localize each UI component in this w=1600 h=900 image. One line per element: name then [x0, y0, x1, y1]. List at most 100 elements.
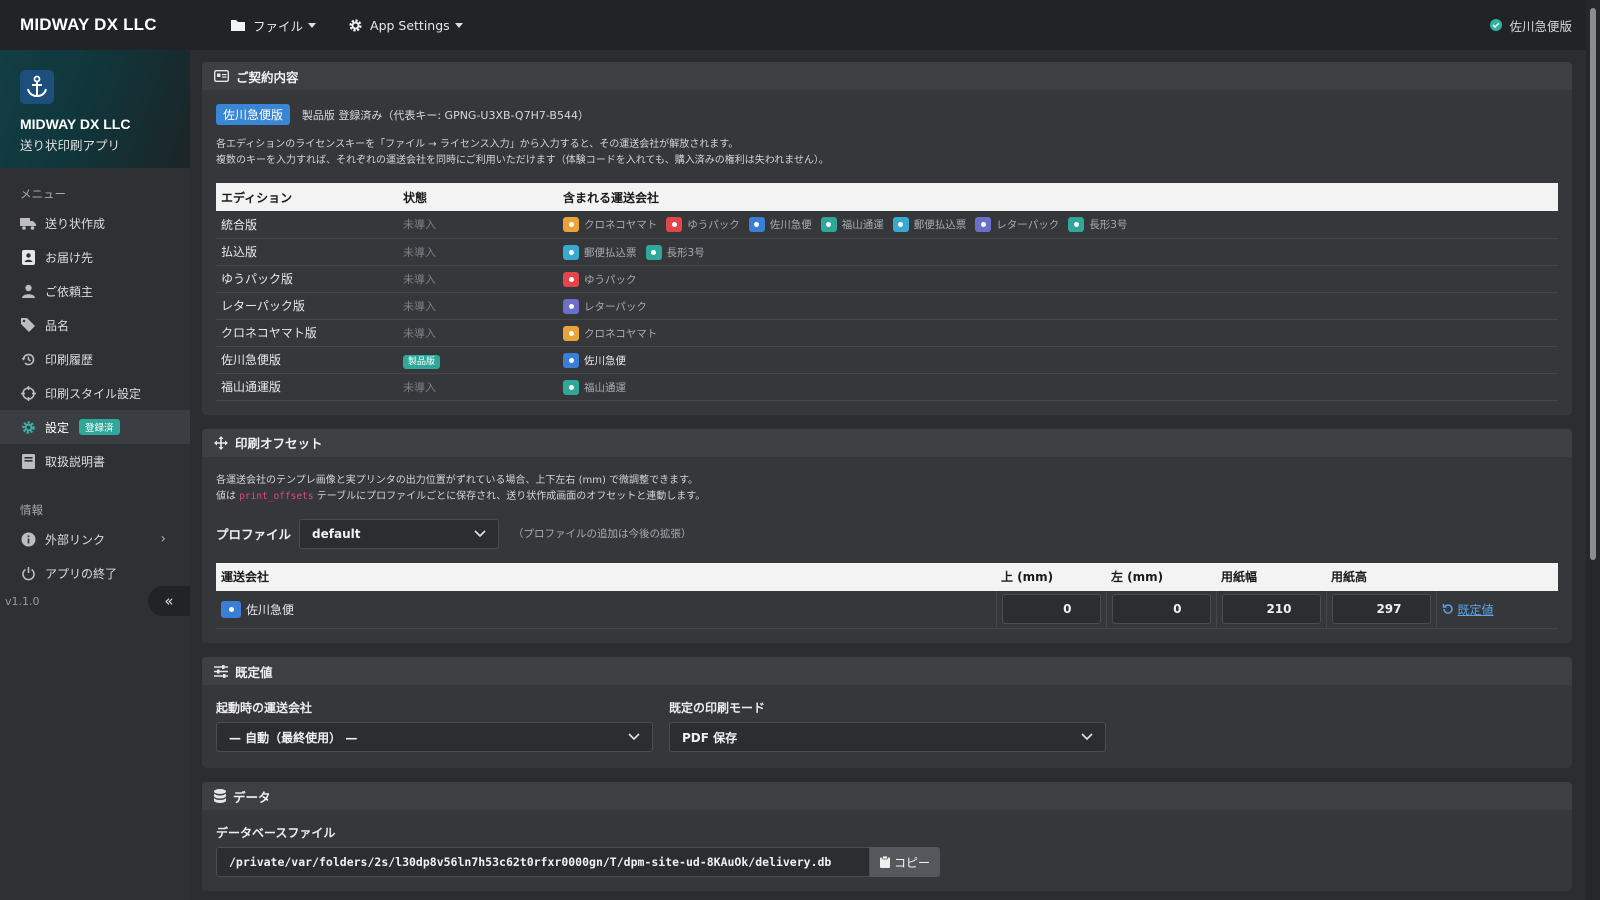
database-icon — [214, 789, 226, 803]
clipboard-icon — [880, 856, 890, 868]
edition-table-header: エディション 状態 含まれる運送会社 — [216, 183, 1558, 211]
carrier-name: 佐川急便 — [769, 219, 812, 232]
edition-status: 未導入 — [398, 238, 558, 266]
sidebar-item-label: アプリの終了 — [45, 566, 118, 581]
edition-name: ゆうパック版 — [216, 265, 398, 293]
paper-width-input[interactable]: 210 — [1221, 594, 1321, 625]
carrier-color-icon — [563, 217, 579, 233]
carrier-color-icon — [563, 352, 579, 368]
truck-icon — [20, 215, 36, 231]
sidebar-item-recipients[interactable]: お届け先 — [0, 240, 190, 274]
chevron-down-icon — [1081, 733, 1093, 741]
edition-indicator: 佐川急便版 — [1490, 16, 1572, 35]
db-file-label: データベースファイル — [216, 826, 336, 840]
carrier-color-icon — [563, 244, 579, 260]
column-header: 運送会社 — [221, 570, 270, 584]
column-header: 含まれる運送会社 — [563, 190, 660, 205]
sidebar-item-settings[interactable]: 設定 登録済 — [0, 410, 190, 444]
table-row: 払込版 未導入 郵便払込票 長形3号 — [216, 238, 1558, 266]
chevron-right-icon: › — [160, 531, 166, 547]
status-text: 未導入 — [403, 218, 436, 232]
reset-default-label: 既定値 — [1457, 602, 1494, 617]
id-card-icon — [214, 70, 229, 82]
sidebar-item-external-links[interactable]: 外部リンク › — [0, 522, 190, 556]
carrier-chip: 佐川急便 — [563, 352, 626, 368]
profile-select[interactable]: default — [299, 518, 500, 549]
startup-carrier-select[interactable]: — 自動（最終使用） — — [216, 722, 653, 752]
sidebar-item-label: 品名 — [45, 318, 70, 333]
column-header: 上 (mm) — [1001, 570, 1054, 584]
paper-height-input[interactable]: 297 — [1331, 594, 1431, 625]
collapse-sidebar-button[interactable]: « — [148, 586, 190, 616]
sidebar-item-history[interactable]: 印刷履歴 — [0, 342, 190, 376]
anchor-logo-icon — [20, 70, 54, 104]
edition-status: 未導入 — [398, 373, 558, 401]
carrier-name: 佐川急便 — [584, 354, 626, 367]
brand-title: MIDWAY DX LLC — [20, 15, 157, 34]
book-icon — [20, 453, 36, 469]
sidebar-item-label: 印刷履歴 — [45, 352, 94, 367]
tags-icon — [20, 317, 36, 333]
reset-default-link[interactable]: 既定値 — [1442, 601, 1554, 618]
offset-left-input[interactable]: 0 — [1111, 594, 1211, 625]
carrier-list: ゆうパック — [558, 265, 1558, 293]
edition-status: 製品版 — [398, 346, 558, 374]
sidebar-item-label: 設定 — [45, 420, 70, 435]
carrier-name: レターパック — [584, 300, 647, 313]
print-offset-card-header: 印刷オフセット — [202, 428, 1572, 457]
carrier-chip: レターパック — [975, 217, 1059, 233]
app-settings-menu[interactable]: App Settings — [332, 0, 479, 50]
sidebar: MIDWAY DX LLC 送り状印刷アプリ メニュー 送り状作成 お届け先 ご… — [0, 50, 190, 900]
arrows-move-icon — [214, 435, 228, 450]
carrier-color-icon — [563, 379, 579, 395]
edition-name: 福山通運版 — [216, 373, 398, 401]
print-offset-card: 印刷オフセット 各運送会社のテンプレ画像と実プリンタの出力位置がずれている場合、… — [202, 428, 1572, 643]
sidebar-item-print-style[interactable]: 印刷スタイル設定 — [0, 376, 190, 410]
folder-icon — [231, 20, 245, 31]
carrier-name: 郵便払込票 — [584, 246, 637, 259]
defaults-card-header: 既定値 — [202, 657, 1572, 685]
carrier-color-icon — [820, 217, 837, 233]
offset-top-input[interactable]: 0 — [1001, 594, 1101, 625]
sidebar-item-products[interactable]: 品名 — [0, 308, 190, 342]
carrier-name: ゆうパック — [584, 273, 637, 286]
edition-status: 未導入 — [398, 292, 558, 320]
table-row: クロネコヤマト版 未導入 クロネコヤマト — [216, 319, 1558, 347]
carrier-chip: ゆうパック — [666, 217, 740, 233]
column-header — [1436, 563, 1558, 591]
license-status: 製品版 登録済み（代表キー: GPNG-U3XB-Q7H7-B544） — [301, 109, 589, 122]
profile-label: プロファイル — [216, 527, 292, 542]
contract-card: ご契約内容 佐川急便版 製品版 登録済み（代表キー: GPNG-U3XB-Q7H… — [202, 62, 1572, 415]
top-bar: MIDWAY DX LLC ファイル App Settings 佐川急便版 — [0, 0, 1586, 50]
profile-hint: （プロファイルの追加は今後の拡張） — [513, 528, 692, 540]
scrollbar-thumb[interactable] — [1590, 8, 1596, 560]
sidebar-item-create-label[interactable]: 送り状作成 — [0, 206, 190, 240]
carrier-color-icon — [1068, 217, 1085, 233]
sidebar-item-manual[interactable]: 取扱説明書 — [0, 444, 190, 478]
offset-table: 運送会社 上 (mm) 左 (mm) 用紙幅 用紙高 佐川急便 0 0 210 … — [216, 562, 1558, 629]
sidebar-section-menu: メニュー — [20, 187, 66, 201]
carrier-chip: 福山通運 — [820, 217, 884, 233]
print-offset-title: 印刷オフセット — [235, 436, 323, 451]
scrollbar[interactable] — [1586, 0, 1600, 900]
carrier-list: 佐川急便 — [558, 346, 1558, 374]
offset-description-2: 値は print_offsets テーブルにプロファイルごとに保存され、送り状作… — [216, 490, 706, 502]
sidebar-item-label: 印刷スタイル設定 — [45, 386, 142, 401]
data-title: データ — [233, 789, 271, 805]
db-path-input[interactable]: /private/var/folders/2s/l30dp8v56ln7h53c… — [216, 847, 870, 877]
print-mode-select[interactable]: PDF 保存 — [669, 722, 1106, 752]
sidebar-footer: v1.1.0 « — [0, 584, 190, 618]
file-menu[interactable]: ファイル — [214, 0, 332, 50]
sidebar-app-name: MIDWAY DX LLC — [20, 116, 131, 132]
copy-button[interactable]: コピー — [870, 847, 941, 877]
column-header: 用紙幅 — [1221, 570, 1258, 584]
main-content: ご契約内容 佐川急便版 製品版 登録済み（代表キー: GPNG-U3XB-Q7H… — [202, 62, 1572, 900]
carrier-color-icon — [563, 298, 579, 314]
sidebar-item-senders[interactable]: ご依頼主 — [0, 274, 190, 308]
sidebar-section-info: 情報 — [20, 503, 43, 517]
status-text: 未導入 — [403, 380, 436, 394]
status-text: 未導入 — [403, 299, 436, 313]
edition-status: 未導入 — [398, 319, 558, 347]
data-card: データ データベースファイル /private/var/folders/2s/l… — [202, 782, 1572, 891]
status-text: 未導入 — [403, 326, 436, 340]
